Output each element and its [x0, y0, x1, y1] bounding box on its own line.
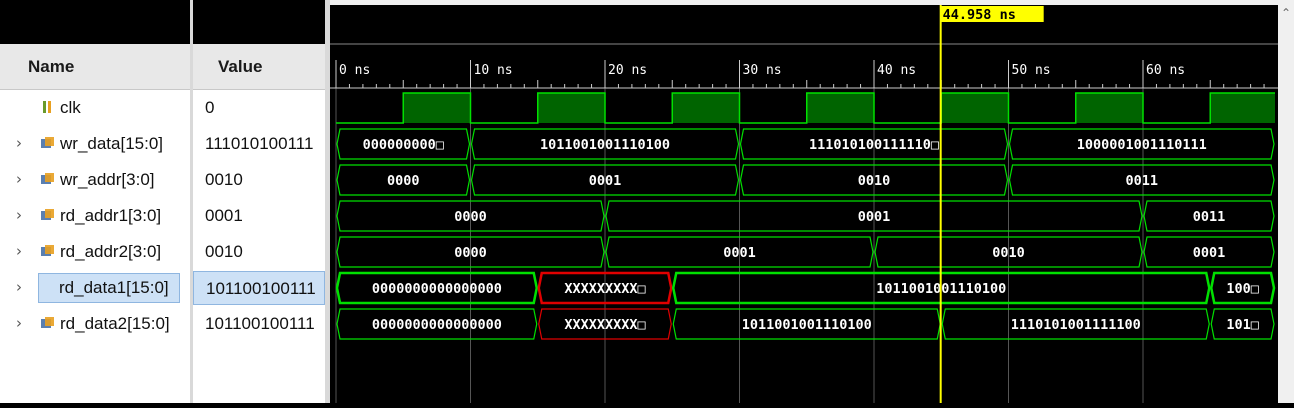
signal-value: 101100100111 [205, 314, 315, 333]
expand-chevron-icon[interactable]: › [16, 278, 22, 296]
names-pane: Name clk › wr_data[15:0] › wr_addr[3:0] › rd_a… [0, 0, 190, 403]
bus-value-label: 0001 [723, 245, 756, 261]
time-tick-label: 60 ns [1146, 63, 1185, 78]
signal-value: 0010 [205, 242, 243, 261]
clk-high-fill [537, 93, 605, 123]
value-header-label: Value [218, 57, 263, 76]
clk-high-fill [403, 93, 471, 123]
values-pane: Value 0 111010100111 0010 0001 0010 101100100… [193, 0, 325, 403]
expand-chevron-icon[interactable]: › [16, 314, 22, 332]
signal-value-cell[interactable]: 0 [193, 91, 325, 125]
bus-signal-icon [40, 208, 55, 223]
signal-value-cell[interactable]: 0010 [193, 163, 325, 197]
signal-value-cell[interactable]: 111010100111 [193, 127, 325, 161]
bus-signal-icon [40, 172, 55, 187]
value-column-header[interactable]: Value [193, 44, 325, 90]
signal-value-cell[interactable]: 0001 [193, 199, 325, 233]
scroll-up-icon[interactable]: ⌃ [1281, 6, 1291, 20]
bus-value-label: 100□ [1226, 281, 1259, 297]
signal-value: 111010100111 [205, 134, 314, 153]
bus-signal-icon [40, 136, 55, 151]
signal-row-rd-data1[interactable]: › rd_data1[15:0] [0, 271, 190, 305]
clk-high-fill [1210, 93, 1275, 123]
bus-value-label: 0010 [858, 173, 891, 189]
signal-value-cell[interactable]: 101100100111 [193, 271, 325, 305]
clk-high-fill [941, 93, 1009, 123]
bus-value-label: 000000000□ [363, 137, 444, 153]
bus-value-label: 101□ [1226, 317, 1259, 333]
bus-value-label: 0001 [1193, 245, 1226, 261]
bus-value-label: 0001 [858, 209, 891, 225]
signal-name: rd_addr1[3:0] [60, 206, 162, 225]
bus-value-label: 0000 [454, 209, 487, 225]
cursor-time-label: 44.958 ns [943, 7, 1016, 23]
bus-signal-icon [40, 244, 55, 259]
clk-high-fill [806, 93, 874, 123]
time-tick-label: 20 ns [608, 63, 647, 78]
signal-name: rd_data2[15:0] [60, 314, 170, 333]
waveform-top-border [330, 0, 1278, 5]
clk-high-fill [672, 93, 740, 123]
bit-signal-icon [40, 100, 55, 115]
bus-value-label: 1011001001110100 [540, 137, 670, 153]
bus-value-label: 111010100111110□ [809, 137, 939, 153]
bus-value-label: 0000 [387, 173, 420, 189]
vertical-scrollbar[interactable]: ⌃ [1278, 0, 1294, 403]
signal-name: wr_data[15:0] [60, 134, 164, 153]
time-tick-label: 0 ns [339, 63, 370, 78]
time-tick-label: 30 ns [743, 63, 782, 78]
signal-name: rd_data1[15:0] [38, 273, 180, 303]
time-tick-label: 50 ns [1012, 63, 1051, 78]
bus-value-label: XXXXXXXXX□ [564, 281, 645, 297]
signal-row-rd-data2[interactable]: › rd_data2[15:0] [0, 307, 190, 341]
time-tick-label: 10 ns [474, 63, 513, 78]
name-column-header[interactable]: Name [0, 44, 190, 90]
expand-chevron-icon[interactable]: › [16, 134, 22, 152]
bus-value-label: 0000000000000000 [372, 281, 502, 297]
signal-value: 0010 [205, 170, 243, 189]
bus-value-label: 1011001001110100 [742, 317, 872, 333]
bus-value-label: 0001 [589, 173, 622, 189]
bus-value-label: 0011 [1193, 209, 1226, 225]
signal-row-rd-addr2[interactable]: › rd_addr2[3:0] [0, 235, 190, 269]
waveform-pane[interactable]: 0 ns 10 ns 20 ns 30 ns 40 ns 50 ns 60 ns 000000… [330, 0, 1294, 403]
expand-chevron-icon[interactable]: › [16, 206, 22, 224]
signal-value: 0 [205, 98, 215, 117]
expand-chevron-icon[interactable]: › [16, 242, 22, 260]
bus-signal-icon [40, 316, 55, 331]
signal-value-cell[interactable]: 0010 [193, 235, 325, 269]
signal-name: wr_addr[3:0] [60, 170, 155, 189]
expand-chevron-icon[interactable]: › [16, 170, 22, 188]
clk-high-fill [1075, 93, 1143, 123]
bus-value-label: 0011 [1125, 173, 1158, 189]
signal-row-clk[interactable]: clk [0, 91, 190, 125]
signal-row-rd-addr1[interactable]: › rd_addr1[3:0] [0, 199, 190, 233]
signal-value: 0001 [205, 206, 243, 225]
names-toolbar-area [0, 0, 190, 44]
name-header-label: Name [28, 57, 75, 76]
time-tick-label: 40 ns [877, 63, 916, 78]
bus-value-label: 1000001001110111 [1077, 137, 1207, 153]
bus-value-label: 0000000000000000 [372, 317, 502, 333]
bus-value-label: 1110101001111100 [1011, 317, 1141, 333]
bus-value-label: XXXXXXXXX□ [564, 317, 645, 333]
signal-row-wr-data[interactable]: › wr_data[15:0] [0, 127, 190, 161]
bus-value-label: 0000 [454, 245, 487, 261]
waveform-canvas[interactable]: 0 ns 10 ns 20 ns 30 ns 40 ns 50 ns 60 ns000000… [330, 0, 1278, 403]
signal-value-cell[interactable]: 101100100111 [193, 307, 325, 341]
bus-value-label: 0010 [992, 245, 1025, 261]
signal-value: 101100100111 [206, 279, 316, 298]
signal-name: rd_addr2[3:0] [60, 242, 162, 261]
values-toolbar-area [193, 0, 325, 44]
signal-name: clk [60, 98, 81, 117]
signal-row-wr-addr[interactable]: › wr_addr[3:0] [0, 163, 190, 197]
